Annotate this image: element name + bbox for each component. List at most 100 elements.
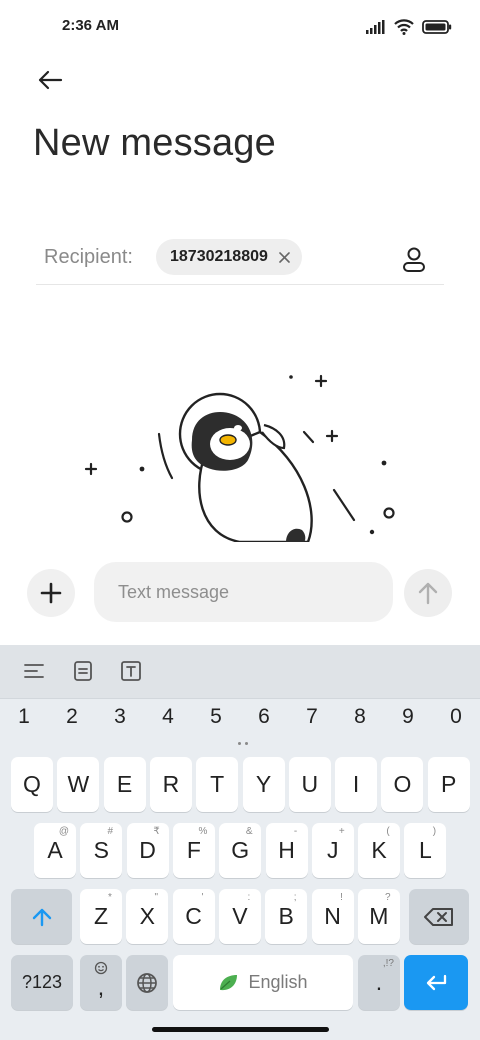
number-key-3[interactable]: 3 — [100, 705, 140, 729]
enter-key[interactable] — [404, 955, 468, 1010]
keyboard: 1234567890 QWERTYUIOP @ A # S ₹ D% F & G - H + J(K) L… — [0, 645, 480, 1040]
key-label: M — [369, 903, 389, 929]
text-format-icon[interactable] — [118, 658, 144, 684]
back-button[interactable] — [30, 62, 70, 98]
plus-icon — [40, 582, 62, 604]
key-hint: + — [338, 826, 345, 837]
number-key-0[interactable]: 0 — [436, 705, 476, 729]
number-key-8[interactable]: 8 — [340, 705, 380, 729]
key-label: E — [116, 771, 133, 797]
penguin-astronaut-illustration — [84, 374, 395, 542]
key-b[interactable]: ; B — [265, 889, 308, 944]
number-key-2[interactable]: 2 — [52, 705, 92, 729]
key-hint: ' — [201, 892, 204, 903]
key-label: B — [278, 903, 294, 929]
key-label: U — [301, 771, 319, 797]
key-hint: ) — [432, 826, 437, 837]
backspace-icon — [424, 907, 453, 926]
key-f[interactable]: % F — [172, 823, 215, 878]
text-message-input[interactable] — [94, 562, 393, 622]
number-key-5[interactable]: 5 — [196, 705, 236, 729]
status-icons — [366, 16, 452, 38]
key-n[interactable]: ! N — [311, 889, 354, 944]
key-z[interactable]: * Z — [80, 889, 122, 944]
key-p[interactable]: P — [427, 757, 470, 812]
key-o[interactable]: O — [381, 757, 424, 812]
key-s[interactable]: # S — [80, 823, 123, 878]
key-label: J — [327, 837, 339, 863]
key-a[interactable]: @ A — [34, 823, 76, 878]
key-hint: : — [247, 892, 251, 903]
home-indicator[interactable] — [152, 1027, 329, 1032]
key-label: P — [441, 771, 457, 797]
key-e[interactable]: E — [103, 757, 146, 812]
key-g[interactable]: & G — [219, 823, 262, 878]
key-hint: ? — [385, 892, 391, 903]
period-key-sub: ,!? — [382, 958, 394, 969]
key-label: A — [47, 837, 63, 863]
emoji-comma-key[interactable]: , — [80, 955, 122, 1010]
key-j[interactable]: + J — [311, 823, 354, 878]
key-w[interactable]: W — [57, 757, 100, 812]
keyboard-toolbar — [0, 645, 480, 699]
key-v[interactable]: :V — [218, 889, 261, 944]
key-label: I — [352, 771, 360, 797]
key-q[interactable]: Q — [11, 757, 53, 812]
number-row: 1234567890 — [0, 705, 480, 741]
key-k[interactable]: (K — [358, 823, 401, 878]
symbols-key[interactable]: ?123 — [11, 955, 73, 1010]
globe-icon — [137, 972, 157, 993]
key-u[interactable]: U — [288, 757, 331, 812]
key-y[interactable]: Y — [242, 757, 285, 812]
space-key-label: English — [248, 972, 308, 992]
send-button[interactable] — [404, 569, 452, 617]
key-hint: ; — [293, 892, 297, 903]
contact-picker-button[interactable] — [394, 240, 434, 280]
key-m[interactable]: ? M — [357, 889, 400, 944]
close-icon[interactable] — [278, 250, 292, 264]
backspace-key[interactable] — [409, 889, 469, 944]
key-label: Y — [255, 771, 272, 797]
key-l[interactable]: ) L — [404, 823, 447, 878]
number-key-4[interactable]: 4 — [148, 705, 188, 729]
shift-arrow-icon — [32, 908, 51, 926]
key-label: T — [210, 771, 225, 797]
key-label: Q — [23, 771, 41, 797]
number-key-7[interactable]: 7 — [292, 705, 332, 729]
key-x[interactable]: " X — [126, 889, 169, 944]
arrow-left-icon — [38, 70, 63, 90]
number-key-9[interactable]: 9 — [388, 705, 428, 729]
key-label: F — [186, 837, 201, 863]
space-key[interactable]: English — [173, 955, 353, 1010]
key-hint: % — [198, 826, 208, 837]
key-c[interactable]: ' C — [172, 889, 215, 944]
number-key-6[interactable]: 6 — [244, 705, 284, 729]
key-i[interactable]: I — [335, 757, 378, 812]
key-label: L — [418, 837, 432, 863]
period-key[interactable]: ,!? . — [358, 955, 400, 1010]
leaf-icon — [220, 974, 238, 990]
key-hint: ( — [386, 826, 390, 837]
number-key-1[interactable]: 1 — [4, 705, 44, 729]
key-r[interactable]: R — [149, 757, 192, 812]
key-h[interactable]: -H — [265, 823, 308, 878]
key-hint: - — [293, 826, 298, 837]
key-hint: ₹ — [153, 826, 160, 837]
recipient-chip[interactable]: 18730218809 — [156, 239, 302, 275]
menu-lines-icon[interactable] — [21, 658, 47, 684]
key-hint: * — [108, 892, 112, 903]
attach-button[interactable] — [27, 569, 75, 617]
key-t[interactable]: T — [196, 757, 239, 812]
language-key[interactable] — [126, 955, 168, 1010]
emoji-icon — [94, 961, 108, 975]
recipient-row[interactable]: Recipient: 18730218809 — [36, 236, 444, 285]
key-d[interactable]: ₹ D — [126, 823, 169, 878]
key-label: H — [278, 837, 295, 863]
shift-key[interactable] — [11, 889, 72, 944]
clipboard-icon[interactable] — [70, 658, 96, 684]
enter-icon — [426, 974, 447, 990]
arrow-up-icon — [418, 582, 438, 605]
wifi-icon — [394, 19, 414, 35]
comma-label: , — [97, 974, 105, 1000]
key-label: R — [162, 771, 180, 797]
